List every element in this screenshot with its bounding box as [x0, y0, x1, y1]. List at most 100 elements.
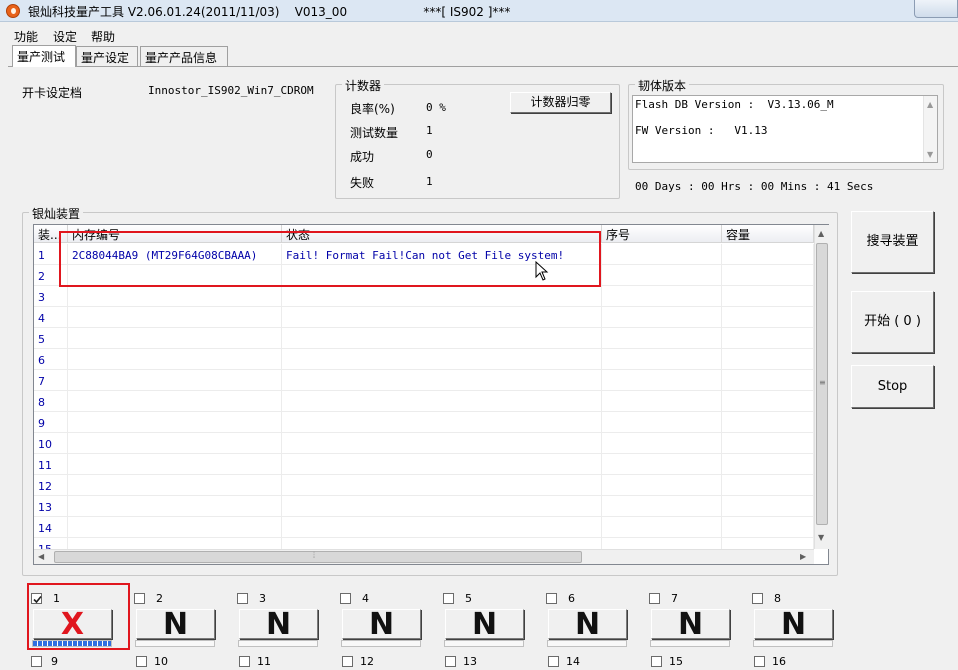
slot-3-checkbox[interactable]: [237, 593, 248, 604]
slot-10-checkbox[interactable]: [136, 656, 147, 667]
slot-10-number: 10: [154, 655, 168, 668]
cell-capacity: [722, 391, 814, 412]
slot-3-status[interactable]: N: [239, 609, 318, 640]
table-vscroll-thumb[interactable]: ≡: [816, 243, 828, 525]
cell-memory-id: [68, 517, 282, 538]
menu-settings[interactable]: 设定: [53, 28, 77, 45]
cell-status: [282, 454, 602, 475]
cell-status: [282, 286, 602, 307]
tab-product-info[interactable]: 量产产品信息: [140, 46, 228, 66]
firmware-scrollbar[interactable]: ▲ ▼: [923, 96, 937, 162]
tab-production-test[interactable]: 量产测试: [12, 45, 76, 67]
table-row[interactable]: 11: [34, 454, 814, 475]
slot-8-status[interactable]: N: [754, 609, 833, 640]
table-vscrollbar[interactable]: ▲ ≡ ▼: [814, 225, 829, 549]
slot-5-progress-bar: [444, 640, 524, 647]
slot-7-checkbox[interactable]: [649, 593, 660, 604]
cell-device-no: 10: [34, 433, 68, 454]
cell-serial: [602, 370, 722, 391]
slot-2-checkbox[interactable]: [134, 593, 145, 604]
slot-8-progress-bar: [753, 640, 833, 647]
table-row[interactable]: 8: [34, 391, 814, 412]
cell-memory-id: [68, 370, 282, 391]
table-hscroll-thumb[interactable]: ⦙: [54, 551, 582, 563]
cell-serial: [602, 244, 722, 265]
slot-6-checkbox[interactable]: [546, 593, 557, 604]
slot-15-checkbox[interactable]: [651, 656, 662, 667]
slot-5-checkbox[interactable]: [443, 593, 454, 604]
table-row[interactable]: 9: [34, 412, 814, 433]
search-device-button[interactable]: 搜寻装置: [851, 211, 934, 273]
slot-15-number: 15: [669, 655, 683, 668]
cell-serial: [602, 286, 722, 307]
slot-12-number: 12: [360, 655, 374, 668]
slot-9-checkbox[interactable]: [31, 656, 42, 667]
stop-button[interactable]: Stop: [851, 365, 934, 408]
slot-8-checkbox[interactable]: [752, 593, 763, 604]
menu-function[interactable]: 功能: [14, 28, 38, 45]
slot-4-status[interactable]: N: [342, 609, 421, 640]
slot-12-checkbox[interactable]: [342, 656, 353, 667]
slot-7-status[interactable]: N: [651, 609, 730, 640]
cell-capacity: [722, 265, 814, 286]
fail-label: 失败: [350, 176, 375, 190]
success-label: 成功: [350, 150, 375, 164]
close-button[interactable]: [914, 0, 958, 18]
cell-serial: [602, 307, 722, 328]
table-row[interactable]: 5: [34, 328, 814, 349]
slot-4-number: 4: [362, 592, 369, 605]
yield-label: 良率(%): [350, 102, 395, 116]
cell-capacity: [722, 370, 814, 391]
menu-bar: 功能 设定 帮助: [0, 24, 958, 44]
table-row[interactable]: 13: [34, 496, 814, 517]
cell-device-no: 7: [34, 370, 68, 391]
tab-production-settings[interactable]: 量产设定: [76, 46, 138, 66]
firmware-textbox[interactable]: Flash DB Version : V3.13.06_M FW Version…: [632, 95, 938, 163]
col-serial[interactable]: 序号: [602, 225, 722, 243]
slot-11-checkbox[interactable]: [239, 656, 250, 667]
col-capacity[interactable]: 容量: [722, 225, 814, 243]
scroll-up-icon[interactable]: ▲: [927, 100, 933, 109]
scroll-down-icon[interactable]: ▼: [927, 150, 933, 159]
devices-legend: 银灿装置: [29, 205, 84, 222]
scroll-up-icon[interactable]: ▲: [818, 229, 824, 238]
slot-5-status[interactable]: N: [445, 609, 524, 640]
slot-3-number: 3: [259, 592, 266, 605]
cell-capacity: [722, 454, 814, 475]
cell-capacity: [722, 412, 814, 433]
cell-status: [282, 349, 602, 370]
success-value: 0: [426, 148, 433, 161]
table-row[interactable]: 4: [34, 307, 814, 328]
counter-legend: 计数器: [342, 77, 385, 94]
cell-device-no: 13: [34, 496, 68, 517]
slot-8-number: 8: [774, 592, 781, 605]
table-row[interactable]: 3: [34, 286, 814, 307]
table-row[interactable]: 14: [34, 517, 814, 538]
menu-help[interactable]: 帮助: [91, 28, 115, 45]
slot-2-status[interactable]: N: [136, 609, 215, 640]
firmware-legend: 韧体版本: [635, 77, 690, 94]
start-button[interactable]: 开始 ( 0 ): [851, 291, 934, 353]
test-count-value: 1: [426, 124, 433, 137]
scroll-down-icon[interactable]: ▼: [818, 533, 824, 542]
reset-counter-button[interactable]: 计数器归零: [510, 92, 611, 113]
cell-device-no: 11: [34, 454, 68, 475]
slot-13-checkbox[interactable]: [445, 656, 456, 667]
table-row[interactable]: 7: [34, 370, 814, 391]
cell-serial: [602, 433, 722, 454]
slot-13-number: 13: [463, 655, 477, 668]
slot-4-checkbox[interactable]: [340, 593, 351, 604]
slot-9-number: 9: [51, 655, 58, 668]
slot-6-status[interactable]: N: [548, 609, 627, 640]
cell-memory-id: [68, 454, 282, 475]
cell-device-no: 5: [34, 328, 68, 349]
scroll-right-icon[interactable]: ▶: [800, 552, 806, 561]
slot-14-checkbox[interactable]: [548, 656, 559, 667]
scroll-left-icon[interactable]: ◀: [38, 552, 44, 561]
slot-16-checkbox[interactable]: [754, 656, 765, 667]
table-row[interactable]: 6: [34, 349, 814, 370]
table-row[interactable]: 12: [34, 475, 814, 496]
table-row[interactable]: 10: [34, 433, 814, 454]
cell-status: [282, 433, 602, 454]
table-hscrollbar[interactable]: ◀ ⦙ ▶: [34, 549, 814, 564]
